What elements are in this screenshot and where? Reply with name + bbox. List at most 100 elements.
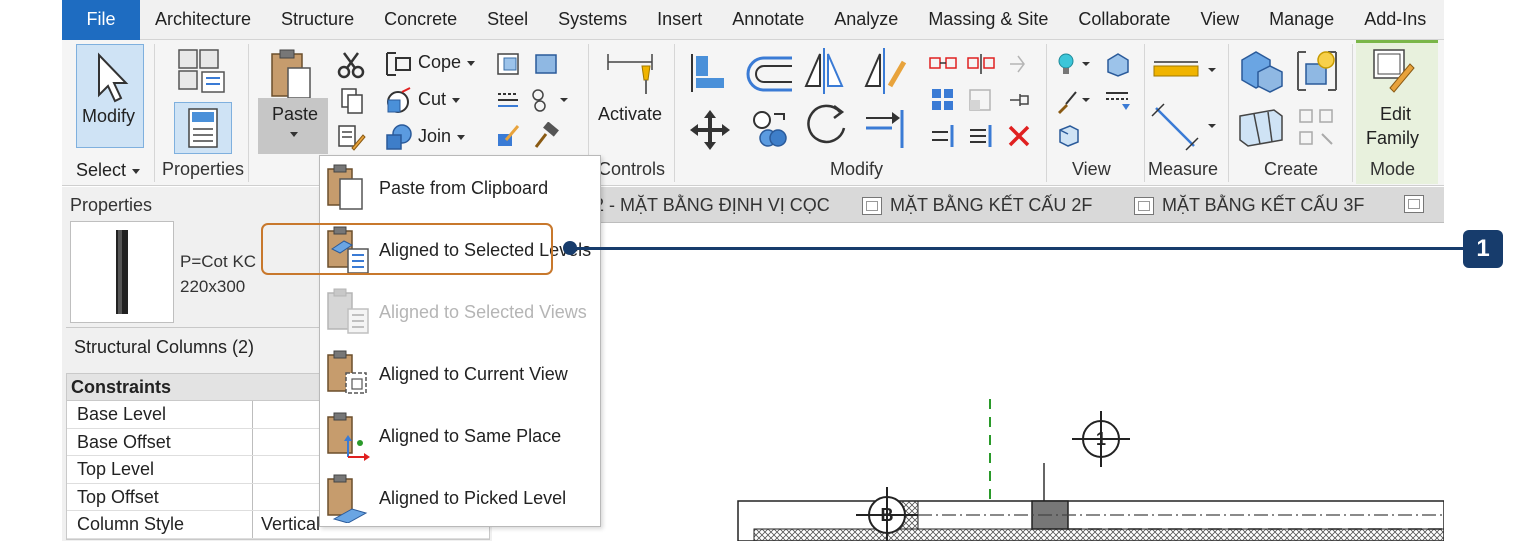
extend-multiple-icon[interactable]	[966, 122, 996, 150]
floor-plan-icon	[1134, 196, 1154, 215]
properties-button[interactable]	[174, 102, 232, 154]
tab-manage[interactable]: Manage	[1254, 9, 1349, 30]
offset-icon[interactable]	[742, 50, 798, 96]
chevron-down-icon	[467, 60, 476, 66]
align-icon[interactable]	[686, 50, 732, 96]
modify-button[interactable]: Modify	[76, 44, 144, 148]
copy-elements-icon[interactable]	[746, 106, 796, 152]
linework-icon[interactable]	[530, 86, 570, 114]
clipboard-paste-icon	[327, 164, 363, 210]
tab-analyze[interactable]: Analyze	[819, 9, 913, 30]
paintbrush-icon[interactable]	[1054, 86, 1094, 116]
divider	[1228, 44, 1229, 182]
unpin-icon[interactable]	[1004, 86, 1034, 114]
menu-item-label: Aligned to Current View	[379, 363, 568, 384]
match-properties-icon[interactable]	[336, 122, 366, 152]
tab-collaborate[interactable]: Collaborate	[1063, 9, 1185, 30]
cope-button[interactable]: Cope	[418, 52, 476, 73]
edit-family-line2[interactable]: Family	[1366, 128, 1419, 149]
grid-crosshair	[1100, 411, 1102, 467]
delete-icon[interactable]	[1004, 122, 1034, 150]
split-element-icon[interactable]	[928, 52, 958, 76]
type-properties-icon[interactable]	[176, 46, 228, 98]
trim-extend-icon[interactable]	[862, 106, 912, 152]
view-tab-more[interactable]	[1404, 195, 1424, 213]
divider	[1352, 44, 1353, 182]
select-dropdown[interactable]: Select	[76, 160, 141, 181]
tab-architecture[interactable]: Architecture	[140, 9, 266, 30]
mirror-axis-icon[interactable]	[802, 46, 848, 96]
copy-icon[interactable]	[338, 86, 366, 116]
join-geometry-icon[interactable]	[384, 122, 414, 152]
create-assembly-icon[interactable]	[1236, 46, 1286, 96]
cut-button[interactable]: Cut	[418, 89, 461, 110]
menu-item-paste-from-clipboard[interactable]: Paste from Clipboard	[320, 158, 600, 218]
wall-joins-icon[interactable]	[494, 50, 522, 78]
activate-button[interactable]: Activate	[598, 104, 662, 125]
array-icon[interactable]	[928, 86, 958, 114]
properties-palette-icon	[188, 108, 218, 148]
chevron-down-icon	[452, 97, 461, 103]
divider	[1046, 44, 1047, 182]
controls-group-label: Controls	[598, 159, 666, 179]
view-tab-3f[interactable]: MẶT BẰNG KẾT CẤU 3F	[1134, 195, 1364, 216]
chevron-down-icon	[457, 134, 466, 140]
type-selector[interactable]: P=Cot KC 220x300	[180, 249, 256, 299]
divider	[674, 44, 675, 182]
cope-icon[interactable]	[384, 50, 414, 78]
divider	[248, 44, 249, 182]
split-face-icon[interactable]	[494, 86, 522, 114]
activate-dimensions-icon[interactable]	[602, 46, 658, 102]
tab-massing-site[interactable]: Massing & Site	[913, 9, 1063, 30]
paint-icon[interactable]	[494, 122, 522, 150]
tab-steel[interactable]: Steel	[472, 9, 543, 30]
menu-item-aligned-to-same-place[interactable]: Aligned to Same Place	[320, 406, 600, 466]
tab-view[interactable]: View	[1185, 9, 1254, 30]
drawing-canvas[interactable]: 1 B	[492, 223, 1444, 541]
demolish-icon[interactable]	[532, 50, 560, 78]
menu-item-aligned-to-current-view[interactable]: Aligned to Current View	[320, 344, 600, 404]
selection-filter[interactable]: Structural Columns (2)	[74, 337, 254, 358]
move-icon[interactable]	[688, 108, 732, 152]
lightbulb-icon[interactable]	[1054, 50, 1094, 80]
type-name-line2: 220x300	[180, 277, 246, 296]
view-cube-icon[interactable]	[1054, 122, 1084, 150]
view-tab-label: MẶT BẰNG KẾT CẤU 3F	[1162, 195, 1365, 215]
tab-add-ins[interactable]: Add-Ins	[1349, 9, 1441, 30]
trim-multiple-icon[interactable]	[928, 122, 958, 150]
create-parts-icon[interactable]	[1234, 106, 1288, 150]
tab-structure[interactable]: Structure	[266, 9, 369, 30]
properties-title: Properties	[70, 195, 153, 215]
paste-button[interactable]: Paste	[258, 98, 328, 154]
measure-group-label: Measure	[1148, 159, 1219, 179]
measure-distance-icon[interactable]	[1150, 56, 1220, 86]
join-button[interactable]: Join	[418, 126, 466, 147]
property-key: Top Offset	[67, 483, 253, 510]
edit-family-icon[interactable]	[1368, 46, 1418, 96]
tab-annotate[interactable]: Annotate	[717, 9, 819, 30]
cube-view-icon[interactable]	[1102, 50, 1132, 78]
edit-family-line1[interactable]: Edit	[1380, 104, 1411, 125]
create-group-icon[interactable]	[1292, 46, 1342, 96]
view-group-label: View	[1072, 159, 1111, 179]
tab-systems[interactable]: Systems	[543, 9, 642, 30]
floor-plan-icon	[1404, 195, 1424, 213]
hammer-icon[interactable]	[532, 122, 560, 150]
callout-dot	[563, 241, 577, 255]
cut-geometry-icon[interactable]	[384, 86, 414, 116]
file-tab[interactable]: File	[62, 0, 140, 40]
hide-element-icon[interactable]	[1102, 86, 1132, 114]
scale-icon[interactable]	[966, 86, 996, 114]
view-tab-2f[interactable]: MẶT BẰNG KẾT CẤU 2F	[862, 195, 1092, 216]
create-similar-icon[interactable]	[1294, 106, 1340, 150]
aligned-dimension-icon[interactable]	[1150, 102, 1220, 152]
property-key: Base Offset	[67, 428, 253, 455]
tab-concrete[interactable]: Concrete	[369, 9, 472, 30]
split-with-gap-icon[interactable]	[966, 52, 996, 76]
menu-item-aligned-to-picked-level[interactable]: Aligned to Picked Level	[320, 468, 600, 528]
rotate-icon[interactable]	[802, 102, 852, 152]
scissors-icon[interactable]	[336, 50, 366, 80]
mirror-draw-axis-icon[interactable]	[862, 46, 908, 96]
pin-disabled-icon[interactable]	[1004, 52, 1034, 76]
tab-insert[interactable]: Insert	[642, 9, 717, 30]
